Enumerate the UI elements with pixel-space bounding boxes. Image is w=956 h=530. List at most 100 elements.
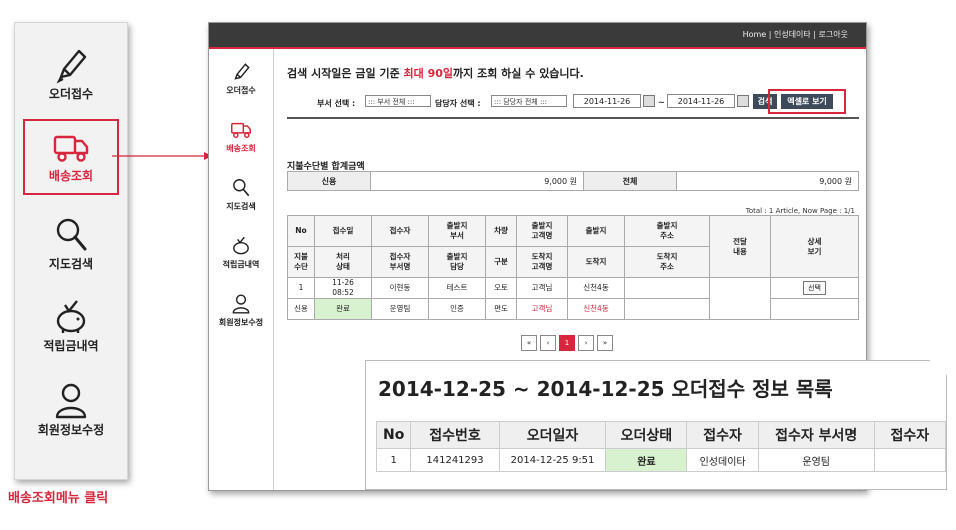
col-header: 접수일 xyxy=(314,215,372,247)
col-header: 접수자 부서명 xyxy=(757,421,875,449)
table-cell: 오토 xyxy=(485,277,517,299)
person-select[interactable]: ::: 담당자 전체 ::: xyxy=(491,95,567,107)
date-to-input[interactable]: 2014-11-26 xyxy=(667,94,735,108)
col-header: 도착지 주소 xyxy=(624,246,710,278)
table-cell: 신천4동 xyxy=(567,298,625,320)
table-cell xyxy=(709,277,771,320)
table-row: 1 141241293 2014-12-25 9:51 완료 인성데이타 운영팀 xyxy=(375,448,947,472)
col-header: 출발지 고객명 xyxy=(516,215,568,247)
table-header-row: No 접수일 접수자 출발지 부서 차량 출발지 고객명 출발지 출발지 주소 전달 내… xyxy=(287,215,859,278)
payment-summary-table: 신용 9,000 원 전체 9,000 원 xyxy=(287,171,859,191)
truck-icon xyxy=(230,122,252,138)
notice-highlight: 최대 90일 xyxy=(403,67,454,80)
page-number-button[interactable]: 1 xyxy=(559,335,575,351)
calendar-icon[interactable] xyxy=(643,95,655,107)
detail-select-button[interactable]: 선택 xyxy=(803,281,826,295)
status-cell: 완료 xyxy=(314,298,372,320)
col-header: 출발지 담당 xyxy=(428,246,486,278)
table-cell: 선택 xyxy=(770,277,859,299)
table-cell xyxy=(770,298,859,320)
user-icon xyxy=(232,294,250,314)
pencil-icon xyxy=(234,63,250,80)
search-notice: 검색 시작일은 금일 기준 최대 90일까지 조회 하실 수 있습니다. xyxy=(287,65,584,81)
table-cell xyxy=(624,298,710,320)
table-cell: 운영팀 xyxy=(371,298,429,320)
col-header: 출발지 xyxy=(567,215,625,247)
table-header-row: No 접수번호 오더일자 오더상태 접수자 접수자 부서명 접수자 xyxy=(375,421,947,449)
person-label: 담당자 선택 : xyxy=(435,99,481,108)
col-header: No xyxy=(375,421,412,449)
col-header: 처리 상태 xyxy=(314,246,372,278)
table-cell: 2014-12-25 9:51 xyxy=(498,448,607,472)
table-cell: 1 xyxy=(375,448,412,472)
table-cell: 편도 xyxy=(485,298,517,320)
total-info: Total : 1 Article, Now Page : 1/1 xyxy=(745,207,855,215)
col-header: 출발지 주소 xyxy=(624,215,710,247)
sidebar-item-profile[interactable]: 회원정보수정 xyxy=(209,293,273,328)
table-cell: 신용 xyxy=(287,298,315,320)
page-next-button[interactable]: › xyxy=(578,335,594,351)
sidebar-item-map[interactable]: 지도검색 xyxy=(209,177,273,212)
col-header: 오더상태 xyxy=(605,421,688,449)
sidebar-item-label: 배송조회 xyxy=(226,144,256,153)
app-sidebar: 오더접수 배송조회 지도검색 적립금내역 회원정보수정 xyxy=(209,49,274,490)
credit-value: 9,000 원 xyxy=(370,171,584,191)
total-label: 전체 xyxy=(583,171,677,191)
col-header: 도착지 고객명 xyxy=(516,246,568,278)
status-cell: 완료 xyxy=(605,448,688,472)
table-cell: 신천4동 xyxy=(567,277,625,299)
excel-preview-title: 2014-12-25 ~ 2014-12-25 오더접수 정보 목록 xyxy=(378,377,833,401)
table-cell: 운영팀 xyxy=(757,448,875,472)
notice-text-end: 까지 조회 하실 수 있습니다. xyxy=(453,67,584,80)
table-cell: 141241293 xyxy=(410,448,500,472)
date-tilde: ~ xyxy=(658,98,665,107)
dept-label: 부서 선택 : xyxy=(317,99,356,108)
credit-label: 신용 xyxy=(287,171,371,191)
sidebar-item-order[interactable]: 오더접수 xyxy=(209,61,273,96)
table-cell: 인증 xyxy=(428,298,486,320)
table-cell: 테스트 xyxy=(428,277,486,299)
notice-text: 검색 시작일은 금일 기준 xyxy=(287,67,404,80)
col-header: 전달 내용 xyxy=(709,215,771,278)
delivery-table: No 접수일 접수자 출발지 부서 차량 출발지 고객명 출발지 출발지 주소 전달 내… xyxy=(287,215,859,320)
col-header: 도착지 xyxy=(567,246,625,278)
col-header: 접수자 부서명 xyxy=(371,246,429,278)
page-prev-button[interactable]: ‹ xyxy=(540,335,556,351)
table-cell: 고객님 xyxy=(516,298,568,320)
col-header: 접수자 xyxy=(873,421,947,449)
magnifier-icon xyxy=(233,179,250,197)
table-cell: 고객님 xyxy=(516,277,568,299)
total-value: 9,000 원 xyxy=(676,171,859,191)
top-bar: Home | 인성데이타 | 로그아웃 xyxy=(209,23,866,49)
sidebar-item-points[interactable]: 적립금내역 xyxy=(209,235,273,270)
dept-select[interactable]: ::: 부서 전체 ::: xyxy=(365,95,431,107)
sidebar-item-label: 적립금내역 xyxy=(222,260,260,269)
calendar-icon[interactable] xyxy=(737,95,749,107)
excel-preview-table: No 접수번호 오더일자 오더상태 접수자 접수자 부서명 접수자 1 1412… xyxy=(375,421,947,472)
col-header: 접수번호 xyxy=(410,421,500,449)
table-cell xyxy=(873,448,947,472)
col-header: 지불 수단 xyxy=(287,246,315,278)
col-header: 구분 xyxy=(485,246,517,278)
page-first-button[interactable]: « xyxy=(521,335,537,351)
highlight-box-excel xyxy=(768,89,846,114)
table-row[interactable]: 1 11-26 08:52 이현동 테스트 오토 고객님 신천4동 선택 xyxy=(287,277,859,320)
sidebar-item-label: 지도검색 xyxy=(226,202,256,211)
top-links[interactable]: Home | 인성데이타 | 로그아웃 xyxy=(743,29,848,40)
table-cell: 이현동 xyxy=(371,277,429,299)
piggy-bank-icon xyxy=(233,236,249,255)
col-header: 접수자 xyxy=(686,421,759,449)
col-header: 상세 보기 xyxy=(770,215,859,278)
excel-preview-panel: 2014-12-25 ~ 2014-12-25 오더접수 정보 목록 No 접수… xyxy=(365,360,947,490)
date-from-input[interactable]: 2014-11-26 xyxy=(573,94,641,108)
col-header: 오더일자 xyxy=(498,421,607,449)
col-header: 접수자 xyxy=(371,215,429,247)
page-last-button[interactable]: » xyxy=(597,335,613,351)
table-cell: 인성데이타 xyxy=(686,448,759,472)
sidebar-item-delivery[interactable]: 배송조회 xyxy=(209,119,273,154)
col-header: 출발지 부서 xyxy=(428,215,486,247)
col-header: No xyxy=(287,215,315,247)
col-header: 차량 xyxy=(485,215,517,247)
table-row[interactable]: 신용 완료 운영팀 인증 편도 고객님 신천4동 xyxy=(287,298,859,320)
sidebar-item-label: 회원정보수정 xyxy=(218,318,264,327)
